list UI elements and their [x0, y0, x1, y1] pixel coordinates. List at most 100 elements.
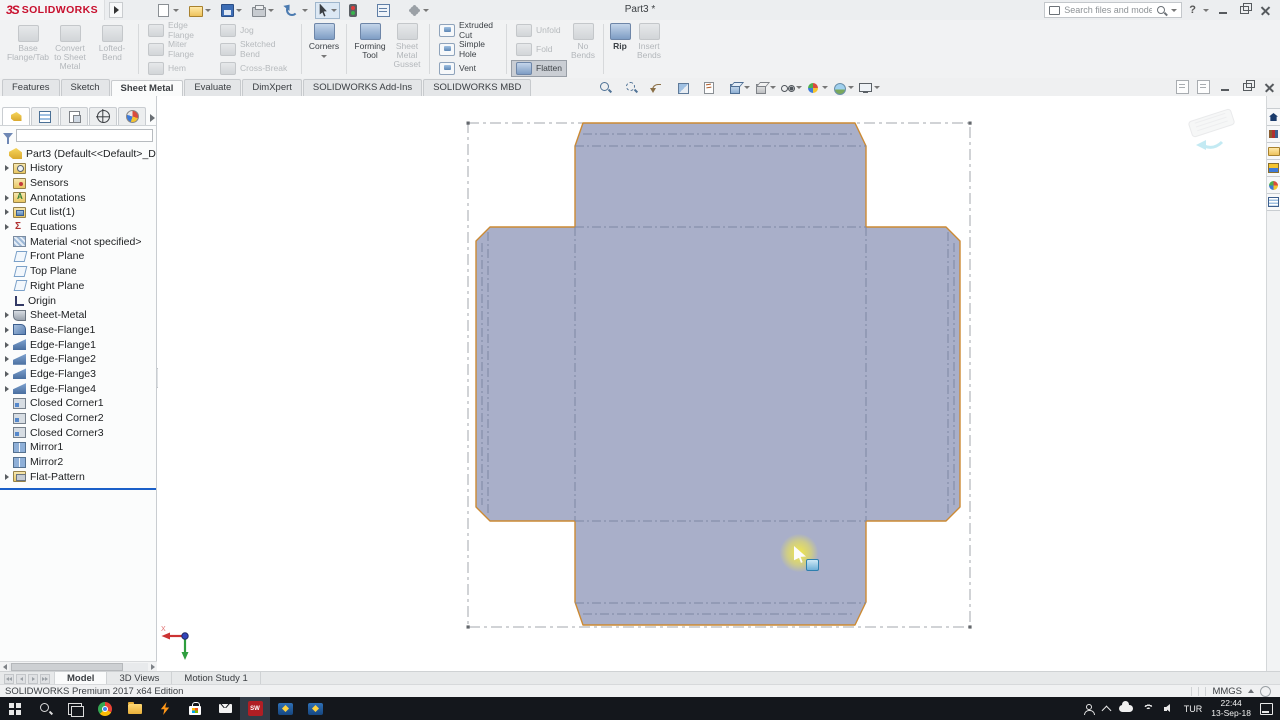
- ribbon-small-button[interactable]: Flatten: [511, 60, 567, 77]
- quick-tool-button[interactable]: [315, 2, 340, 19]
- taskbar-app-button[interactable]: [0, 697, 30, 720]
- doc-minimize-button[interactable]: [1218, 80, 1232, 94]
- expand-arrow-icon[interactable]: [5, 356, 9, 362]
- task-pane-tab[interactable]: [1267, 160, 1280, 177]
- tree-item[interactable]: Edge-Flange2: [0, 352, 156, 367]
- onedrive-cloud-icon[interactable]: [1119, 705, 1133, 712]
- command-tab[interactable]: SOLIDWORKS MBD: [423, 79, 531, 96]
- ribbon-small-button[interactable]: Extruded Cut: [434, 22, 502, 39]
- corners-dropdown-icon[interactable]: [321, 55, 327, 58]
- prev-tab-button[interactable]: [16, 674, 26, 684]
- dropdown-caret-icon[interactable]: [848, 86, 854, 89]
- tree-item[interactable]: Front Plane: [0, 249, 156, 264]
- dropdown-caret-icon[interactable]: [822, 86, 828, 89]
- tree-item[interactable]: Equations: [0, 220, 156, 235]
- dropdown-caret-icon[interactable]: [302, 9, 308, 12]
- task-pane-tab[interactable]: [1267, 143, 1280, 160]
- ribbon-small-button[interactable]: Jog: [215, 22, 297, 39]
- heads-up-tool[interactable]: [806, 81, 828, 95]
- ribbon-small-button[interactable]: Fold: [511, 41, 567, 58]
- new-window-icon[interactable]: [1176, 80, 1189, 94]
- help-dropdown-icon[interactable]: [1203, 9, 1209, 12]
- clock[interactable]: 22:44 13-Sep-18: [1211, 699, 1251, 718]
- tree-item[interactable]: Material <not specified>: [0, 234, 156, 249]
- task-pane-tab[interactable]: [1267, 177, 1280, 194]
- taskbar-app-button[interactable]: [180, 697, 210, 720]
- heads-up-tool[interactable]: [832, 81, 854, 95]
- tree-item[interactable]: Closed Corner1: [0, 396, 156, 411]
- heads-up-tool[interactable]: [598, 81, 620, 95]
- quick-tool-button[interactable]: [218, 2, 245, 19]
- tab-property-manager[interactable]: [31, 107, 59, 125]
- panel-expand-icon[interactable]: [150, 114, 155, 122]
- graphics-viewport[interactable]: X: [158, 96, 1266, 671]
- tree-item[interactable]: Sheet-Metal: [0, 308, 156, 323]
- sheet-metal-flat-pattern[interactable]: [476, 123, 960, 625]
- heads-up-tool[interactable]: [676, 81, 698, 95]
- quick-tool-button[interactable]: [281, 0, 311, 20]
- heads-up-tool[interactable]: [702, 81, 724, 95]
- command-tab[interactable]: Sketch: [61, 79, 110, 96]
- quick-tool-button[interactable]: [186, 1, 214, 19]
- wifi-icon[interactable]: [1142, 704, 1155, 714]
- dropdown-caret-icon[interactable]: [770, 86, 776, 89]
- action-center-icon[interactable]: [1260, 703, 1273, 715]
- language-indicator[interactable]: TUR: [1184, 704, 1203, 714]
- dropdown-caret-icon[interactable]: [796, 86, 802, 89]
- quick-tool-button[interactable]: [405, 2, 432, 19]
- tree-item[interactable]: Right Plane: [0, 279, 156, 294]
- menu-flyout-button[interactable]: [109, 2, 123, 18]
- quick-tool-button[interactable]: [249, 2, 277, 19]
- dropdown-caret-icon[interactable]: [744, 86, 750, 89]
- people-icon[interactable]: [1084, 704, 1094, 714]
- insert-bends-button[interactable]: InsertBends: [632, 20, 666, 78]
- dropdown-caret-icon[interactable]: [874, 86, 880, 89]
- ribbon-small-button[interactable]: Simple Hole: [434, 41, 502, 58]
- task-pane-tab[interactable]: [1267, 194, 1280, 211]
- tree-item[interactable]: Sensors: [0, 176, 156, 191]
- units-dropdown-icon[interactable]: [1248, 689, 1254, 693]
- command-tab[interactable]: Features: [2, 79, 60, 96]
- ribbon-small-button[interactable]: Cross-Break: [215, 60, 297, 77]
- tree-item[interactable]: Cut list(1): [0, 205, 156, 220]
- corners-button[interactable]: Corners: [306, 20, 342, 78]
- help-button[interactable]: ?: [1189, 4, 1196, 16]
- rollback-bar[interactable]: [0, 488, 156, 490]
- command-tab[interactable]: Evaluate: [184, 79, 241, 96]
- expand-arrow-icon[interactable]: [5, 312, 9, 318]
- ribbon-small-button[interactable]: Hem: [143, 60, 215, 77]
- forming-tool-button[interactable]: FormingTool: [351, 20, 389, 78]
- scrollbar-track[interactable]: [9, 663, 148, 671]
- close-button[interactable]: [1258, 3, 1272, 17]
- heads-up-tool[interactable]: [650, 81, 672, 95]
- units-selector[interactable]: MMGS: [1212, 686, 1242, 697]
- quick-tool-button[interactable]: [374, 2, 401, 19]
- tree-item[interactable]: Closed Corner3: [0, 425, 156, 440]
- heads-up-tool[interactable]: [754, 81, 776, 95]
- taskbar-app-button[interactable]: [210, 697, 240, 720]
- expand-arrow-icon[interactable]: [5, 371, 9, 377]
- taskbar-app-button[interactable]: [30, 697, 60, 720]
- expand-arrow-icon[interactable]: [5, 342, 9, 348]
- tree-item[interactable]: Annotations: [0, 190, 156, 205]
- task-pane-tab[interactable]: [1267, 126, 1280, 143]
- no-bends-button[interactable]: NoBends: [567, 20, 599, 78]
- tree-filter-input[interactable]: [16, 129, 153, 142]
- tree-item[interactable]: Edge-Flange3: [0, 367, 156, 382]
- doc-close-button[interactable]: [1262, 80, 1276, 94]
- status-gear-icon[interactable]: [1260, 686, 1271, 697]
- heads-up-tool[interactable]: [780, 81, 802, 95]
- minimize-button[interactable]: [1216, 3, 1230, 17]
- heads-up-tool[interactable]: [728, 81, 750, 95]
- first-tab-button[interactable]: [4, 674, 14, 684]
- tree-item[interactable]: Mirror2: [0, 455, 156, 470]
- quick-tool-button[interactable]: [153, 2, 182, 19]
- tab-configuration-manager[interactable]: [60, 107, 88, 125]
- ribbon-large-button[interactable]: Lofted-Bend: [91, 22, 133, 76]
- taskbar-app-button[interactable]: SW: [240, 697, 270, 720]
- search-icon[interactable]: [1156, 5, 1167, 16]
- search-input[interactable]: Search files and models: [1044, 2, 1182, 18]
- dropdown-caret-icon[interactable]: [236, 9, 242, 12]
- taskbar-app-button[interactable]: [90, 697, 120, 720]
- expand-arrow-icon[interactable]: [5, 474, 9, 480]
